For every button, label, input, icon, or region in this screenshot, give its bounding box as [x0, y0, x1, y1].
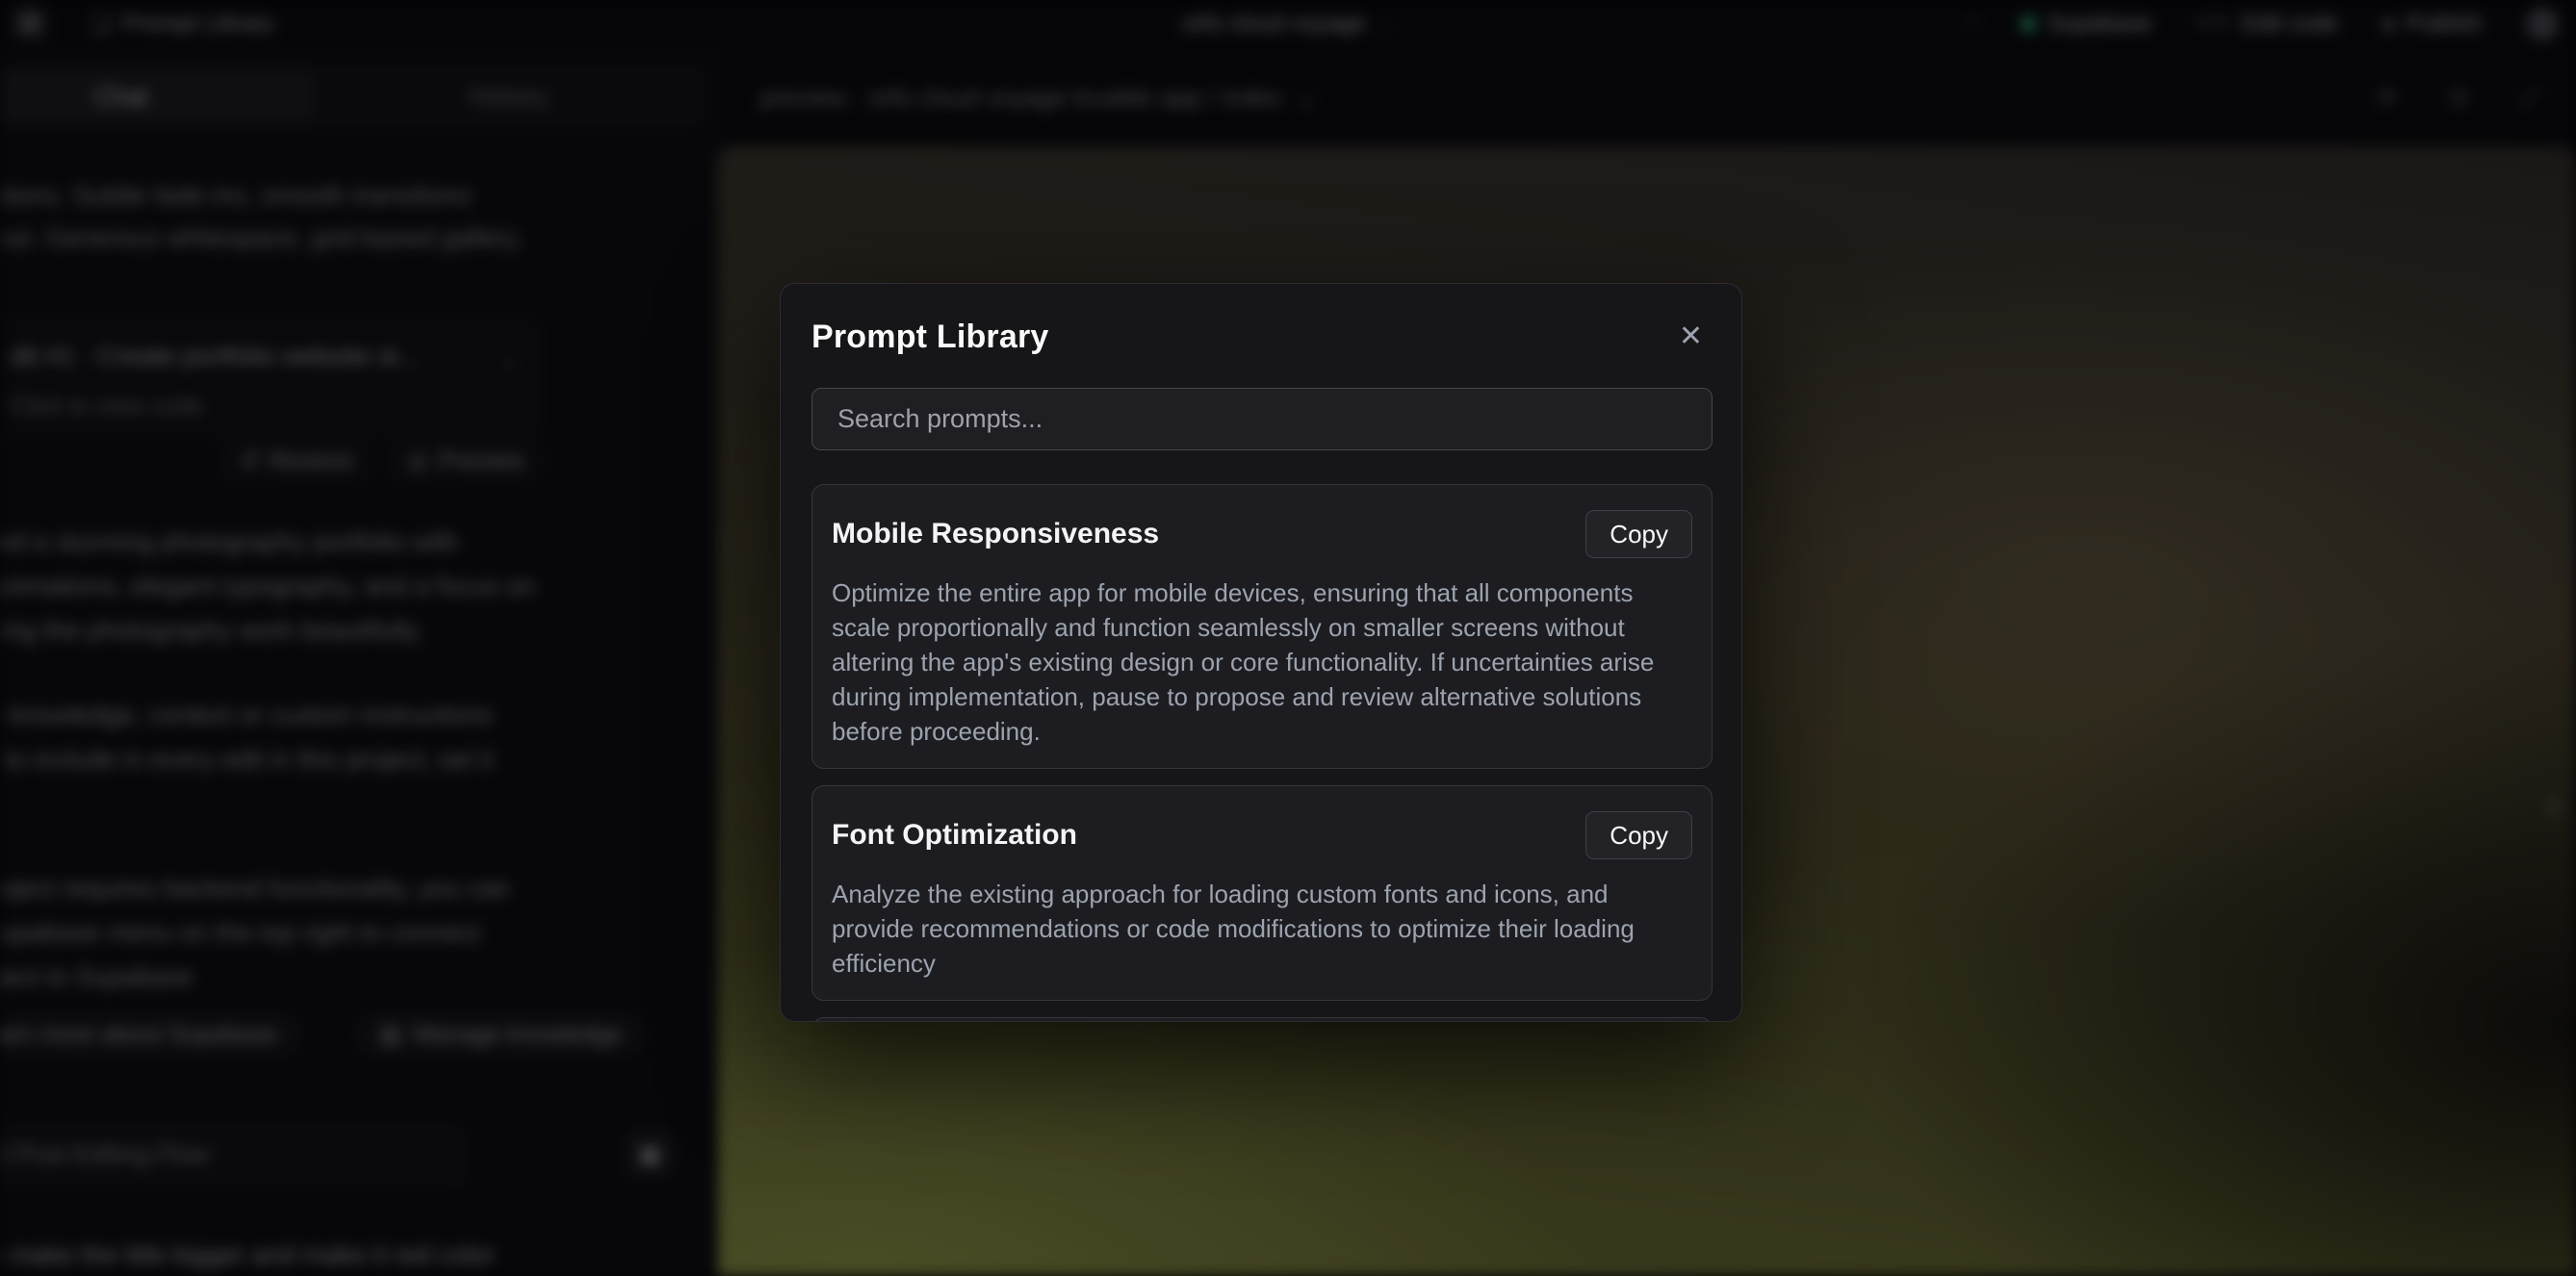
prompt-list: Mobile Responsiveness Copy Optimize the … [811, 484, 1713, 1022]
prompt-card-font-optimization[interactable]: Font Optimization Copy Analyze the exist… [811, 785, 1713, 1001]
prompt-card-header: Mobile Responsiveness Copy [832, 510, 1692, 558]
prompt-library-modal: Prompt Library ✕ Mobile Responsiveness C… [780, 283, 1742, 1022]
copy-button[interactable]: Copy [1585, 510, 1692, 558]
prompt-description: Analyze the existing approach for loadin… [832, 877, 1692, 981]
modal-title: Prompt Library [811, 319, 1049, 356]
modal-header: Prompt Library ✕ [811, 319, 1711, 361]
app-window: ❏ Prompt Library orfo cloud voyage ⌄ ◔ S… [0, 0, 2576, 1276]
prompt-card-mobile-responsiveness[interactable]: Mobile Responsiveness Copy Optimize the … [811, 484, 1713, 769]
copy-button[interactable]: Copy [1585, 811, 1692, 859]
close-button[interactable]: ✕ [1671, 319, 1711, 355]
prompt-title: Mobile Responsiveness [832, 518, 1159, 550]
prompt-description: Optimize the entire app for mobile devic… [832, 575, 1692, 749]
search-box [811, 388, 1713, 450]
search-input[interactable] [812, 389, 1712, 449]
prompt-card-header: Font Optimization Copy [832, 811, 1692, 859]
prompt-title: Font Optimization [832, 819, 1077, 852]
prompt-card-partial[interactable] [811, 1017, 1713, 1022]
close-icon: ✕ [1679, 320, 1703, 352]
